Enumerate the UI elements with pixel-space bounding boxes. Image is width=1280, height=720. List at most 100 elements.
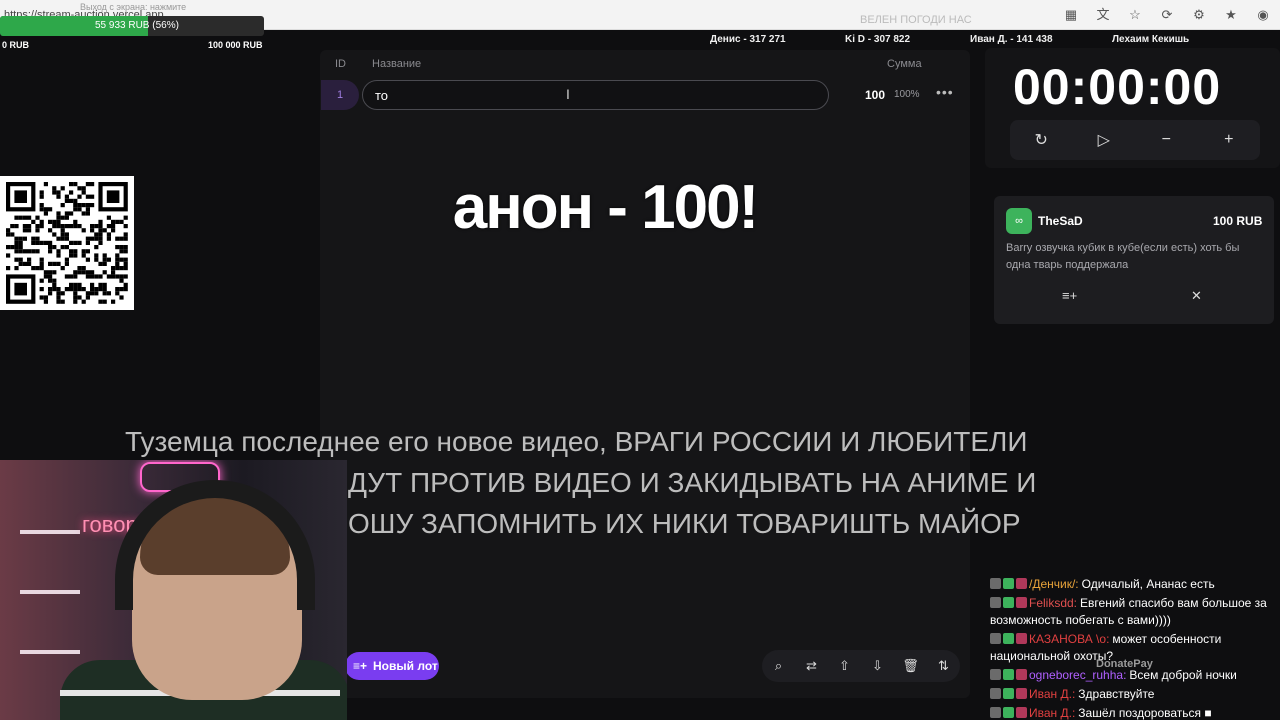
column-header-name: Название — [372, 58, 422, 70]
qr-module — [73, 295, 78, 300]
qr-module — [123, 245, 128, 250]
qr-module — [77, 282, 82, 287]
qr-module — [106, 257, 111, 262]
qr-module — [73, 219, 78, 224]
qr-module — [85, 203, 90, 208]
qr-module — [35, 240, 40, 245]
qr-module — [111, 224, 116, 229]
reset-icon[interactable]: ↻ — [1029, 130, 1053, 150]
plus-icon[interactable]: + — [1217, 131, 1241, 149]
shuffle-icon[interactable]: ⇄ — [802, 658, 822, 674]
star-icon[interactable]: ☆ — [1126, 6, 1144, 24]
qr-module — [123, 236, 128, 241]
qr-module — [94, 257, 99, 262]
qr-module — [48, 228, 53, 233]
qr-module — [69, 182, 74, 187]
qr-module — [73, 287, 78, 292]
qr-module — [10, 224, 15, 229]
profile-icon[interactable]: ◉ — [1254, 6, 1272, 24]
qr-module — [22, 261, 27, 266]
qr-module — [14, 224, 19, 229]
chat-badge-icon — [1003, 633, 1014, 644]
webcam-feed: говорю — [0, 460, 347, 720]
qr-module — [73, 253, 78, 258]
extension-icon[interactable]: ⚙ — [1190, 6, 1208, 24]
qr-module — [98, 282, 103, 287]
lot-sum[interactable]: 100 — [865, 88, 885, 102]
qr-module — [52, 287, 57, 292]
translate-icon[interactable]: 文 — [1094, 6, 1112, 24]
qr-module — [43, 274, 48, 279]
more-options-icon[interactable]: ••• — [936, 84, 954, 100]
grid-icon[interactable]: ▦ — [1062, 6, 1080, 24]
qr-module — [6, 266, 11, 271]
qr-module — [18, 249, 23, 254]
qr-module — [77, 207, 82, 212]
qr-module — [52, 245, 57, 250]
qr-module — [106, 274, 111, 279]
qr-module — [39, 257, 44, 262]
qr-module — [52, 282, 57, 287]
qr-module — [64, 211, 69, 216]
qr-module — [106, 224, 111, 229]
qr-module — [81, 186, 86, 191]
qr-module — [60, 224, 65, 229]
qr-module — [73, 207, 78, 212]
qr-module — [35, 215, 40, 220]
import-icon[interactable]: ⇩ — [868, 658, 888, 674]
qr-module — [35, 228, 40, 233]
qr-module — [73, 224, 78, 229]
headset — [115, 480, 315, 610]
qr-module — [6, 232, 11, 237]
qr-module — [48, 270, 53, 275]
refresh-icon[interactable]: ⟳ — [1158, 6, 1176, 24]
qr-module — [52, 261, 57, 266]
bookmarks-icon[interactable]: ★ — [1222, 6, 1240, 24]
qr-module — [60, 236, 65, 241]
qr-module — [14, 236, 19, 241]
chat-text: Здравствуйте — [1078, 687, 1155, 701]
qr-module — [115, 287, 120, 292]
chat-username: Иван Д.: — [1029, 687, 1076, 701]
qr-module — [102, 270, 107, 275]
qr-module — [39, 278, 44, 283]
qr-code — [0, 176, 134, 310]
lot-name-input[interactable] — [362, 80, 829, 110]
qr-module — [85, 257, 90, 262]
qr-module — [85, 207, 90, 212]
add-to-lot-icon[interactable]: ≡+ — [1062, 288, 1077, 303]
qr-module — [73, 182, 78, 187]
chat-username: /Денчик/: — [1029, 577, 1079, 591]
minus-icon[interactable]: − — [1154, 131, 1178, 149]
qr-module — [119, 287, 124, 292]
play-icon[interactable]: ▷ — [1092, 130, 1116, 150]
qr-module — [56, 190, 61, 195]
qr-module — [94, 287, 99, 292]
close-icon[interactable]: ✕ — [1191, 288, 1202, 304]
timer-display: 00:00:00 — [1013, 59, 1222, 115]
qr-module — [119, 257, 124, 262]
qr-module — [123, 224, 128, 229]
chat-badge-icon — [1016, 578, 1027, 589]
qr-module — [90, 224, 95, 229]
qr-module — [85, 240, 90, 245]
qr-module — [14, 190, 27, 203]
search-icon[interactable]: ⌕ — [769, 658, 789, 674]
qr-module — [123, 287, 128, 292]
qr-module — [94, 224, 99, 229]
qr-module — [39, 203, 44, 208]
qr-module — [31, 266, 36, 271]
sort-icon[interactable]: ⇅ — [934, 658, 954, 674]
qr-module — [14, 240, 19, 245]
qr-module — [90, 228, 95, 233]
leaderboard: Денис - 317 271 Ki D - 307 822 Иван Д. -… — [700, 34, 1280, 46]
qr-module — [69, 274, 74, 279]
export-icon[interactable]: ⇧ — [835, 658, 855, 674]
qr-module — [56, 261, 61, 266]
trash-icon[interactable]: 🗑 — [901, 658, 921, 674]
tts-caption-line: ОШУ ЗАПОМНИТЬ ИХ НИКИ ТОВАРИШТЬ МАЙОР — [348, 508, 1021, 539]
qr-module — [60, 203, 65, 208]
new-lot-button[interactable]: ≡+ Новый лот — [345, 652, 439, 680]
qr-module — [77, 240, 82, 245]
qr-module — [123, 266, 128, 271]
